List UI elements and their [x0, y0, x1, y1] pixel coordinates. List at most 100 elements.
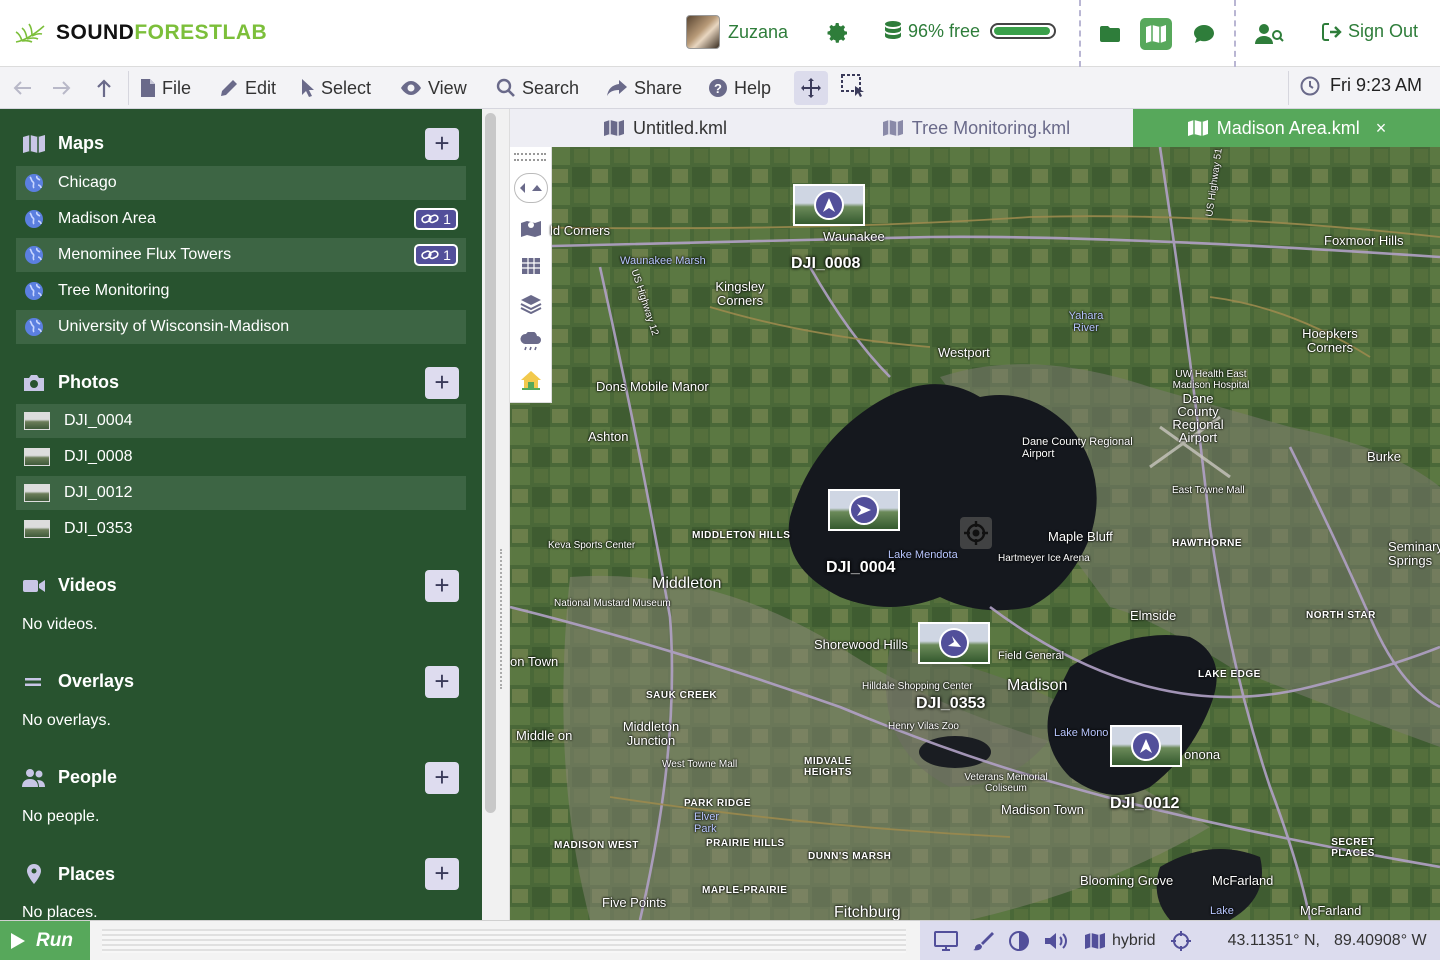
add-video-button[interactable]: + — [425, 570, 459, 602]
close-tab-icon[interactable]: × — [1376, 118, 1387, 139]
up-button[interactable] — [95, 75, 113, 101]
add-map-button[interactable]: + — [425, 128, 459, 160]
map-canvas[interactable]: ld Corners Waunakee Foxmoor Hills Waunak… — [510, 147, 1440, 920]
share-link-badge[interactable]: 1 — [414, 208, 458, 230]
videos-section-title: Videos — [58, 575, 117, 595]
map-item-menominee-flux-towers[interactable]: Menominee Flux Towers 1 — [16, 238, 466, 272]
sidebar-scrollbar[interactable] — [482, 109, 510, 920]
map-pin-tool[interactable] — [516, 213, 546, 243]
map-label: SECRET PLACES — [1331, 837, 1375, 859]
main-toolbar: File Edit Select View Search Share ? Hel… — [0, 67, 1440, 109]
sign-out-button[interactable]: Sign Out — [1322, 21, 1418, 42]
map-label: NORTH STAR — [1306, 610, 1376, 621]
contrast-icon[interactable] — [1008, 930, 1030, 952]
photo-item-dji-0004[interactable]: DJI_0004 — [16, 404, 466, 438]
map-label: DUNN'S MARSH — [808, 851, 892, 862]
map-icon — [23, 134, 45, 153]
arrow-left-icon — [13, 81, 31, 95]
pan-tool-button[interactable] — [794, 71, 828, 105]
map-item-uw-madison[interactable]: University of Wisconsin-Madison — [16, 310, 466, 344]
share-link-badge[interactable]: 1 — [414, 244, 458, 266]
photo-item-dji-0008[interactable]: DJI_0008 — [16, 440, 466, 474]
library-sidebar: Maps + Chicago Madison Area 1 Menominee … — [0, 109, 482, 920]
home-tool[interactable] — [516, 365, 546, 395]
search-menu[interactable]: Search — [496, 75, 579, 101]
edit-menu[interactable]: Edit — [219, 75, 276, 101]
photo-marker-dji-0012[interactable] — [1110, 725, 1182, 767]
globe-icon — [25, 210, 43, 228]
monitor-icon[interactable] — [934, 931, 958, 951]
tab-madison-area[interactable]: Madison Area.kml × — [1133, 109, 1440, 147]
map-label: on Town — [510, 654, 559, 669]
photos-section-header: Photos — [22, 372, 119, 393]
back-button[interactable] — [12, 75, 32, 101]
add-person-button[interactable]: + — [425, 762, 459, 794]
photo-item-label: DJI_0353 — [64, 520, 133, 537]
folder-icon[interactable] — [1094, 18, 1126, 50]
crosshair-icon[interactable] — [1170, 930, 1192, 952]
user-search-icon[interactable] — [1254, 18, 1286, 50]
map-label: Burke — [1367, 449, 1401, 464]
collapse-tools-button[interactable] — [514, 173, 548, 203]
chat-icon[interactable] — [1188, 18, 1220, 50]
user-menu[interactable]: Zuzana — [686, 15, 788, 49]
photos-section-title: Photos — [58, 372, 119, 392]
paintbrush-icon[interactable] — [972, 931, 994, 951]
panel-resize-handle[interactable] — [500, 549, 506, 689]
tab-label: Tree Monitoring.kml — [911, 117, 1071, 138]
table-tool[interactable] — [516, 251, 546, 281]
map-label: Dane County Regional Airport — [1022, 436, 1133, 460]
map-item-chicago[interactable]: Chicago — [16, 166, 466, 200]
map-view-icon[interactable] — [1140, 18, 1172, 50]
help-menu[interactable]: ? Help — [708, 75, 771, 101]
share-menu[interactable]: Share — [606, 75, 682, 101]
photo-marker-label: DJI_0353 — [916, 695, 986, 712]
volume-icon[interactable] — [1044, 931, 1070, 951]
map-label: Blooming Grove — [1080, 873, 1174, 888]
photo-marker-dji-0353[interactable] — [918, 622, 990, 664]
view-menu[interactable]: View — [400, 75, 467, 101]
map-label: HAWTHORNE — [1172, 538, 1243, 549]
people-empty-text: No people. — [22, 808, 100, 825]
map-icon — [1187, 120, 1208, 136]
globe-icon — [25, 246, 43, 264]
basemap-selector[interactable]: hybrid — [1084, 932, 1156, 950]
photo-item-dji-0012[interactable]: DJI_0012 — [16, 476, 466, 510]
map-item-tree-monitoring[interactable]: Tree Monitoring — [16, 274, 466, 308]
weather-tool[interactable] — [516, 327, 546, 357]
layers-tool[interactable] — [516, 289, 546, 319]
select-menu[interactable]: Select — [301, 75, 371, 101]
settings-gear-icon[interactable] — [826, 21, 850, 45]
photo-marker-dji-0004[interactable] — [828, 489, 900, 531]
map-label: MADISON WEST — [554, 840, 639, 851]
map-label: McFarland — [1300, 903, 1362, 918]
arrow-right-icon — [53, 81, 71, 95]
run-label: Run — [36, 930, 73, 951]
add-photo-button[interactable]: + — [425, 367, 459, 399]
photo-item-dji-0353[interactable]: DJI_0353 — [16, 512, 466, 546]
tab-untitled[interactable]: Untitled.kml — [510, 109, 820, 147]
sidebar-scrollbar-thumb[interactable] — [485, 113, 496, 813]
map-item-madison-area[interactable]: Madison Area 1 — [16, 202, 466, 236]
map-label: Keva Sports Center — [548, 540, 636, 551]
crosshair-target-icon[interactable] — [960, 517, 992, 549]
photo-thumbnail — [24, 484, 50, 502]
edit-menu-label: Edit — [245, 77, 277, 98]
file-menu[interactable]: File — [140, 75, 191, 101]
tools-drag-handle[interactable] — [514, 153, 546, 161]
map-label: Waunakee — [823, 229, 885, 244]
add-place-button[interactable]: + — [425, 858, 459, 890]
brand-logo[interactable]: SOUNDFORESTLAB — [14, 20, 267, 46]
marquee-select-button[interactable] — [840, 73, 866, 99]
run-button[interactable]: Run — [0, 921, 90, 960]
script-console[interactable] — [102, 929, 906, 953]
photo-marker-dji-0008[interactable] — [793, 184, 865, 226]
play-icon — [11, 933, 25, 949]
map-icon — [603, 120, 624, 136]
map-label: PARK RIDGE — [684, 798, 752, 809]
marquee-select-icon — [841, 74, 864, 97]
add-overlay-button[interactable]: + — [425, 666, 459, 698]
tab-tree-monitoring[interactable]: Tree Monitoring.kml — [820, 109, 1132, 147]
pencil-icon — [221, 80, 237, 96]
forward-button[interactable] — [52, 75, 72, 101]
